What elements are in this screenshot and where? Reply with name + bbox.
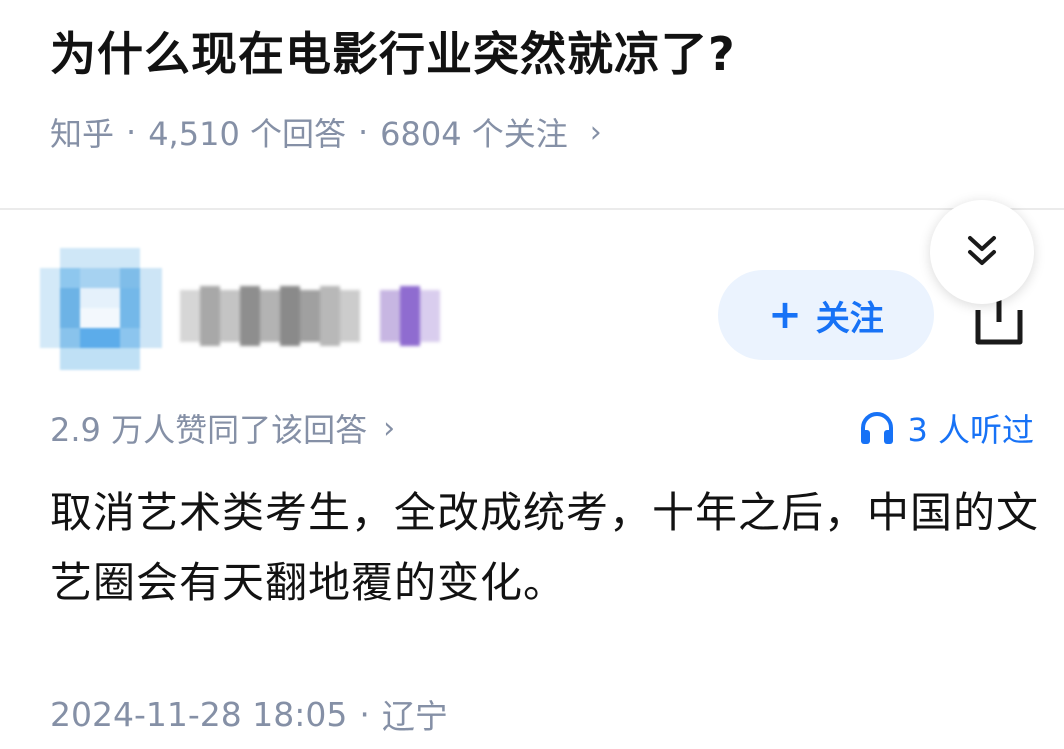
vote-summary[interactable]: 2.9 万人赞同了该回答 › <box>50 398 395 458</box>
answer-location: 辽宁 <box>381 697 448 736</box>
answer-footer: 2024-11-28 18:05 · 辽宁 <box>50 684 448 744</box>
headphones-icon <box>861 412 894 444</box>
listen-label: 3 人听过 <box>907 411 1034 449</box>
follow-button[interactable]: + 关注 <box>718 270 934 360</box>
divider <box>0 208 1064 210</box>
question-title[interactable]: 为什么现在电影行业突然就凉了? <box>50 14 736 94</box>
follow-label: 关注 <box>815 298 884 339</box>
separator-dot: · <box>126 113 137 151</box>
chevron-right-icon: › <box>589 114 602 150</box>
answer-count: 4,510 个回答 <box>148 115 346 153</box>
author-name-blurred[interactable] <box>180 286 450 346</box>
question-meta[interactable]: 知乎 · 4,510 个回答 · 6804 个关注 › <box>50 100 602 164</box>
double-chevron-down-icon <box>968 236 996 265</box>
listen-count[interactable]: 3 人听过 <box>859 398 1034 458</box>
collapse-button[interactable] <box>930 200 1034 304</box>
follower-count: 6804 个关注 <box>380 115 568 153</box>
vote-count: 2.9 万人赞同了该回答 <box>50 411 368 449</box>
separator-dot: · <box>357 113 369 151</box>
plus-icon: + <box>768 292 802 338</box>
separator-dot: · <box>359 694 370 734</box>
answer-date: 2024-11-28 18:05 <box>50 694 348 734</box>
avatar[interactable] <box>40 248 162 370</box>
source-label: 知乎 <box>50 115 115 153</box>
chevron-right-icon: › <box>383 410 396 446</box>
answer-content[interactable]: 取消艺术类考生，全改成统考，十年之后，中国的文艺圈会有天翻地覆的变化。 <box>50 478 1040 618</box>
